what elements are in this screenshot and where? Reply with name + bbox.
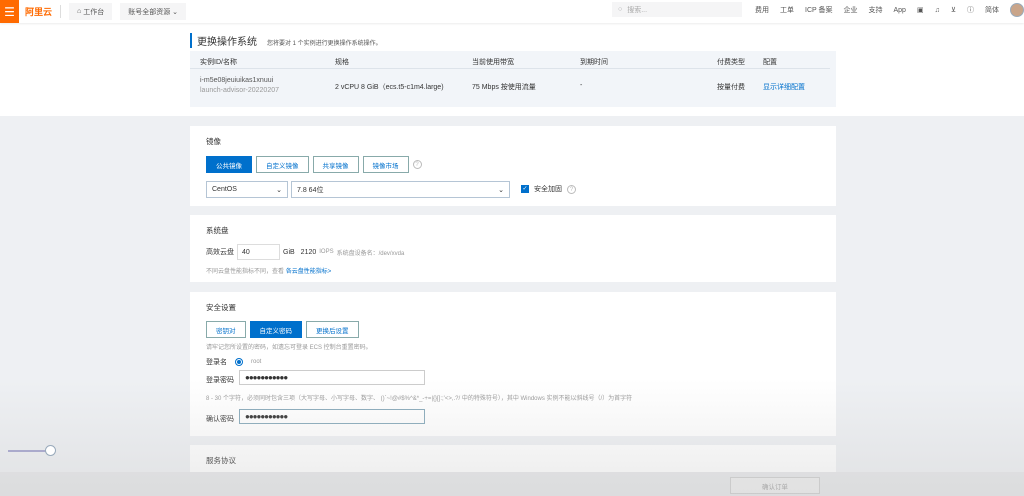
instance-spec: 2 vCPU 8 GiB（ecs.t5-c1m4.large) — [335, 84, 444, 91]
col-header: 付费类型 — [717, 59, 745, 66]
search-input[interactable]: ○ 搜索... — [612, 2, 742, 17]
confirm-order-button[interactable]: 确认订单 — [730, 477, 820, 494]
service-panel: 服务协议 — [190, 445, 836, 475]
tab-custom-image[interactable]: 自定义镜像 — [256, 156, 309, 173]
instance-name: launch-advisor-20220207 — [200, 87, 279, 94]
confirm-password-label: 确认密码 — [206, 416, 234, 423]
nav-fees[interactable]: 费用 — [755, 5, 769, 15]
col-header: 当前使用带宽 — [472, 59, 514, 66]
avatar[interactable] — [1009, 3, 1024, 17]
table-header: 实例ID/名称 规格 当前使用带宽 到期时间 付费类型 配置 — [190, 51, 830, 69]
password-hint: 请牢记您所设置的密码，如遗忘可登录 ECS 控制台重置密码。 — [206, 345, 372, 351]
version-select[interactable]: 7.8 64位 ⌄ — [291, 181, 510, 198]
service-agreement-label: 服务协议 — [206, 456, 236, 465]
nav-tickets[interactable]: 工单 — [780, 5, 794, 15]
iops-label: IOPS — [319, 249, 334, 255]
nav-icp[interactable]: ICP 备案 — [805, 5, 833, 15]
instance-expire: - — [580, 82, 583, 89]
password-rule: 8 - 30 个字符，必须同时包含三项（大写字母、小写字母、数字、 ()`~!@… — [206, 396, 633, 402]
security-hardening-label: 安全加固 — [534, 186, 562, 193]
disk-iops: 2120 — [300, 248, 317, 256]
tab-image-market[interactable]: 镜像市场 — [362, 156, 409, 173]
page-subtitle: 您将要对 1 个实例进行更换操作系统操作。 — [267, 41, 382, 47]
confirm-password-input[interactable]: ●●●●●●●●●●● — [239, 409, 425, 424]
security-panel: 安全设置 密钥对 自定义密码 更换后设置 请牢记您所设置的密码，如遗忘可登录 E… — [190, 292, 836, 436]
volume-slider[interactable] — [8, 445, 56, 456]
login-name-label: 登录名 — [206, 359, 227, 366]
disk-unit: GiB — [283, 248, 295, 256]
show-config-link[interactable]: 显示详细配置 — [763, 82, 805, 92]
disk-performance-link[interactable]: 各云盘性能指标> — [286, 269, 332, 275]
instance-pay-type: 按量付费 — [717, 84, 745, 91]
image-label: 镜像 — [206, 137, 221, 146]
os-value: CentOS — [212, 186, 237, 193]
disk-device: 系统盘设备名：/dev/xvda — [336, 250, 405, 257]
brand-logo[interactable]: 阿里云 — [25, 5, 62, 18]
nav-enterprise[interactable]: 企业 — [844, 5, 858, 15]
menu-icon[interactable]: ☰ — [0, 0, 19, 23]
help-icon[interactable]: ? — [567, 184, 576, 194]
cart-icon[interactable]: ⊻ — [951, 6, 956, 14]
disk-label: 系统盘 — [206, 226, 229, 235]
nav-app[interactable]: App — [894, 7, 906, 14]
help-icon[interactable]: ? — [412, 160, 422, 169]
os-select[interactable]: CentOS ⌄ — [206, 181, 288, 198]
security-label: 安全设置 — [206, 303, 236, 312]
disk-note: 不同云盘性能指标不同，查看 — [206, 269, 285, 275]
tab-key-pair[interactable]: 密钥对 — [206, 321, 246, 338]
col-header: 配置 — [763, 59, 777, 66]
language-switch[interactable]: 简体 — [985, 5, 999, 15]
password-input[interactable]: ●●●●●●●●●●● — [239, 370, 425, 385]
page-header: 更换操作系统 您将要对 1 个实例进行更换操作系统操作。 — [190, 33, 382, 48]
top-bar: ☰ 阿里云 ⌂ 工作台 账号全部资源 ⌄ ○ 搜索... 费用 工单 ICP 备案… — [0, 0, 1024, 23]
system-disk-panel: 系统盘 高效云盘 40 GiB 2120 IOPS 系统盘设备名：/dev/xv… — [190, 215, 836, 282]
nav-support[interactable]: 支持 — [869, 5, 883, 15]
version-value: 7.8 64位 — [297, 186, 324, 194]
security-hardening: ✓ 安全加固 ? — [521, 184, 576, 194]
help-icon[interactable]: ⓘ — [967, 5, 974, 15]
col-header: 实例ID/名称 — [200, 59, 237, 66]
slider-handle[interactable] — [45, 445, 56, 456]
col-header: 到期时间 — [580, 59, 608, 66]
top-nav: 费用 工单 ICP 备案 企业 支持 App ▣ ♫ ⊻ ⓘ 简体 — [755, 0, 1024, 20]
checkbox-checked-icon[interactable]: ✓ — [521, 185, 529, 193]
bell-icon[interactable]: ♫ — [935, 7, 940, 14]
disk-type: 高效云盘 — [206, 249, 234, 256]
workbench-label: 工作台 — [83, 8, 105, 16]
disk-size-input[interactable]: 40 — [237, 244, 280, 260]
search-placeholder: 搜索... — [627, 6, 648, 14]
page-title: 更换操作系统 — [190, 33, 257, 48]
password-label: 登录密码 — [206, 377, 234, 384]
workbench-button[interactable]: ⌂ 工作台 — [69, 3, 113, 20]
chevron-down-icon: ⌄ — [276, 186, 282, 194]
search-icon: ○ — [618, 6, 623, 13]
radio-selected-icon[interactable] — [235, 358, 243, 366]
tab-set-later[interactable]: 更换后设置 — [306, 321, 359, 338]
chevron-down-icon: ⌄ — [498, 186, 504, 194]
tab-shared-image[interactable]: 共享镜像 — [312, 156, 359, 173]
tab-public-image[interactable]: 公共镜像 — [206, 156, 252, 173]
instance-id: i-m5e08jeuiuikas1xnuui — [200, 77, 274, 84]
resources-dropdown[interactable]: 账号全部资源 ⌄ — [120, 3, 187, 20]
instance-bandwidth: 75 Mbps 按使用流量 — [472, 84, 536, 91]
tab-custom-password[interactable]: 自定义密码 — [249, 321, 302, 338]
footer-bar: 确认订单 — [0, 472, 1024, 496]
col-header: 规格 — [335, 59, 349, 66]
terminal-icon[interactable]: ▣ — [917, 6, 924, 14]
chevron-down-icon: ⌄ — [172, 8, 179, 16]
instance-table: 实例ID/名称 规格 当前使用带宽 到期时间 付费类型 配置 i-m5e08je… — [190, 51, 836, 107]
login-name-value: root — [251, 359, 262, 365]
resources-label: 账号全部资源 — [128, 8, 171, 16]
image-panel: 镜像 公共镜像 自定义镜像 共享镜像 镜像市场 ? CentOS ⌄ 7.8 64… — [190, 126, 836, 206]
